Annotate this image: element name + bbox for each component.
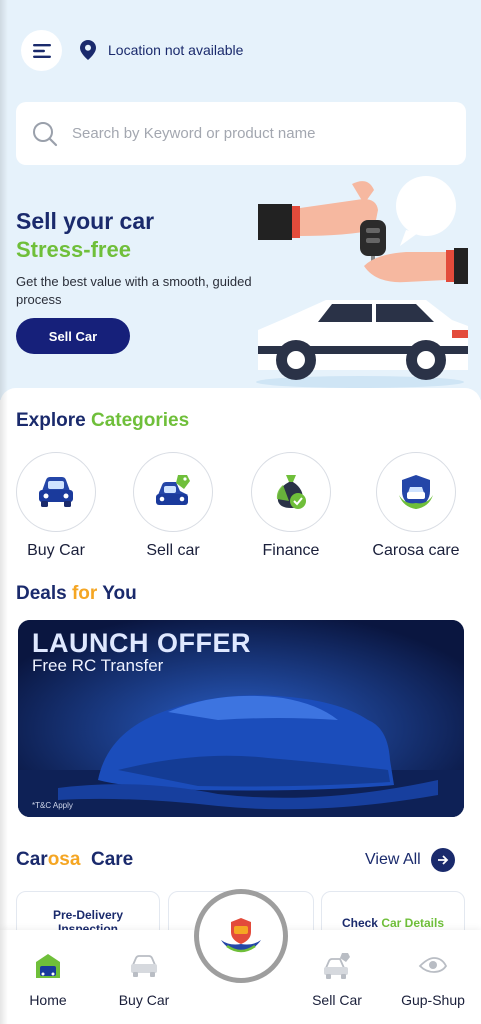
care-card-title-part1: Check	[341, 916, 378, 930]
category-circle	[16, 452, 96, 532]
menu-button[interactable]	[21, 30, 62, 71]
banner-subtitle: Free RC Transfer	[32, 656, 164, 675]
hero-sell-car-button[interactable]: Sell Car	[16, 318, 130, 354]
explore-title-part2: Categories	[90, 410, 190, 431]
category-label: Buy Car	[27, 542, 85, 559]
launch-offer-banner[interactable]: LAUNCH OFFER Free RC Transfer *T&C Apply	[18, 620, 464, 817]
location-selector[interactable]: Location not available	[80, 40, 243, 60]
banner-terms: *T&C Apply	[32, 801, 73, 810]
category-sell-car[interactable]: Sell car	[118, 452, 228, 560]
nav-label: Home	[29, 992, 67, 1008]
carosa-logo-icon	[221, 918, 261, 953]
car-front-icon	[39, 477, 73, 507]
car-shield-icon	[399, 475, 433, 509]
deals-title-part2: for	[71, 583, 98, 604]
edge-shadow	[0, 0, 8, 1024]
money-bag-icon	[276, 475, 306, 509]
search-input[interactable]	[72, 125, 432, 142]
eye-icon	[418, 957, 448, 973]
care-card-title-part2: Car Details	[381, 916, 445, 930]
care-title-part2: osa	[47, 849, 81, 870]
category-finance[interactable]: Finance	[236, 452, 346, 560]
location-text: Location not available	[108, 42, 244, 58]
nav-gup-shup[interactable]: Gup-Shup	[388, 950, 478, 1008]
nav-label: Gup-Shup	[401, 992, 465, 1008]
location-pin-icon	[80, 40, 96, 60]
nav-label: Sell Car	[312, 992, 362, 1008]
care-title-part3: Care	[91, 849, 134, 870]
nav-home[interactable]: Home	[3, 950, 93, 1008]
hero-subtitle: Stress-free	[16, 237, 131, 262]
deals-title-part3: You	[102, 583, 137, 604]
category-circle	[133, 452, 213, 532]
hero-description: Get the best value with a smooth, guided…	[16, 274, 252, 307]
carosa-care-title: Carosa Care	[16, 849, 133, 871]
category-label: Finance	[262, 542, 320, 559]
category-buy-car[interactable]: Buy Car	[1, 452, 111, 560]
hero-illustration	[256, 176, 468, 388]
view-all-label: View All	[365, 851, 421, 868]
nav-label: Buy Car	[118, 992, 170, 1008]
deals-title: Deals for You	[16, 583, 137, 605]
car-tag-icon	[156, 475, 190, 505]
category-circle	[376, 452, 456, 532]
home-icon	[36, 954, 60, 978]
banner-title: LAUNCH OFFER	[32, 628, 251, 658]
view-all-link[interactable]: View All	[365, 848, 455, 872]
menu-icon	[32, 43, 51, 58]
deals-title-part1: Deals	[16, 583, 67, 604]
hero-title: Sell your car	[16, 208, 155, 234]
center-action-button[interactable]	[194, 889, 288, 983]
care-card-title: Pre-Delivery	[52, 908, 124, 922]
category-circle	[251, 452, 331, 532]
nav-sell-car[interactable]: Sell Car	[292, 950, 382, 1008]
nav-buy-car[interactable]: Buy Car	[99, 950, 189, 1008]
car-icon	[131, 955, 157, 977]
category-label: Sell car	[146, 542, 200, 559]
category-label: Carosa care	[372, 542, 460, 559]
explore-categories-title: Explore Categories	[16, 410, 189, 432]
arrow-right-icon	[430, 848, 455, 872]
category-carosa-care[interactable]: Carosa care	[361, 452, 471, 560]
care-title-part1: Car	[16, 849, 48, 870]
search-bar[interactable]	[16, 102, 466, 165]
explore-title-part1: Explore	[16, 410, 86, 431]
sell-car-icon	[324, 953, 350, 979]
search-icon	[33, 121, 58, 146]
